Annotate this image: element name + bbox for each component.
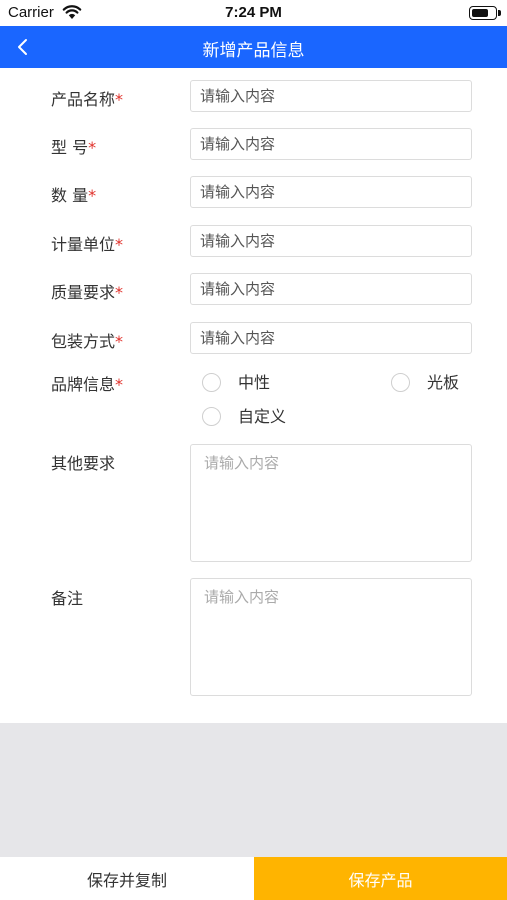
radio-label: 自定义 <box>238 407 287 426</box>
field-label-product-name: 产品名称* <box>51 90 124 109</box>
status-bar: Carrier 7:24 PM <box>0 0 507 26</box>
save-product-button[interactable]: 保存产品 <box>254 857 507 900</box>
page-title: 新增产品信息 <box>202 41 305 61</box>
field-label-model: 型 号* <box>51 138 97 157</box>
radio-circle-icon[interactable] <box>202 407 221 426</box>
remark-textarea[interactable] <box>190 578 472 696</box>
field-label-packaging: 包装方式* <box>51 332 124 351</box>
field-label-quality: 质量要求* <box>51 283 124 302</box>
product-form: 产品名称* 型 号* 数 量* 计量单位* 质量要求* 包装方式* 品牌信息* … <box>0 68 507 723</box>
radio-circle-icon[interactable] <box>391 373 410 392</box>
save-and-copy-button[interactable]: 保存并复制 <box>0 857 254 900</box>
radio-plain[interactable]: 光板 <box>391 369 481 393</box>
nav-bar: 新增产品信息 <box>0 26 507 68</box>
field-label-brand: 品牌信息* <box>51 375 124 394</box>
radio-label: 光板 <box>427 373 460 392</box>
other-requirements-textarea[interactable] <box>190 444 472 562</box>
product-name-input[interactable] <box>190 80 472 112</box>
unit-input[interactable] <box>190 225 472 257</box>
model-input[interactable] <box>190 128 472 160</box>
empty-area <box>0 723 507 857</box>
radio-label: 中性 <box>238 373 271 392</box>
radio-circle-icon[interactable] <box>202 373 221 392</box>
radio-neutral[interactable]: 中性 <box>202 369 322 393</box>
quantity-input[interactable] <box>190 176 472 208</box>
packaging-input[interactable] <box>190 322 472 354</box>
battery-icon <box>469 6 501 20</box>
field-label-quantity: 数 量* <box>51 186 97 205</box>
status-time: 7:24 PM <box>225 4 282 21</box>
quality-input[interactable] <box>190 273 472 305</box>
field-label-remark: 备注 <box>51 589 84 608</box>
field-label-unit: 计量单位* <box>51 235 124 254</box>
field-label-other: 其他要求 <box>51 454 116 473</box>
battery-level <box>472 9 488 17</box>
bottom-action-bar: 保存并复制 保存产品 <box>0 857 507 900</box>
radio-custom[interactable]: 自定义 <box>202 403 322 427</box>
